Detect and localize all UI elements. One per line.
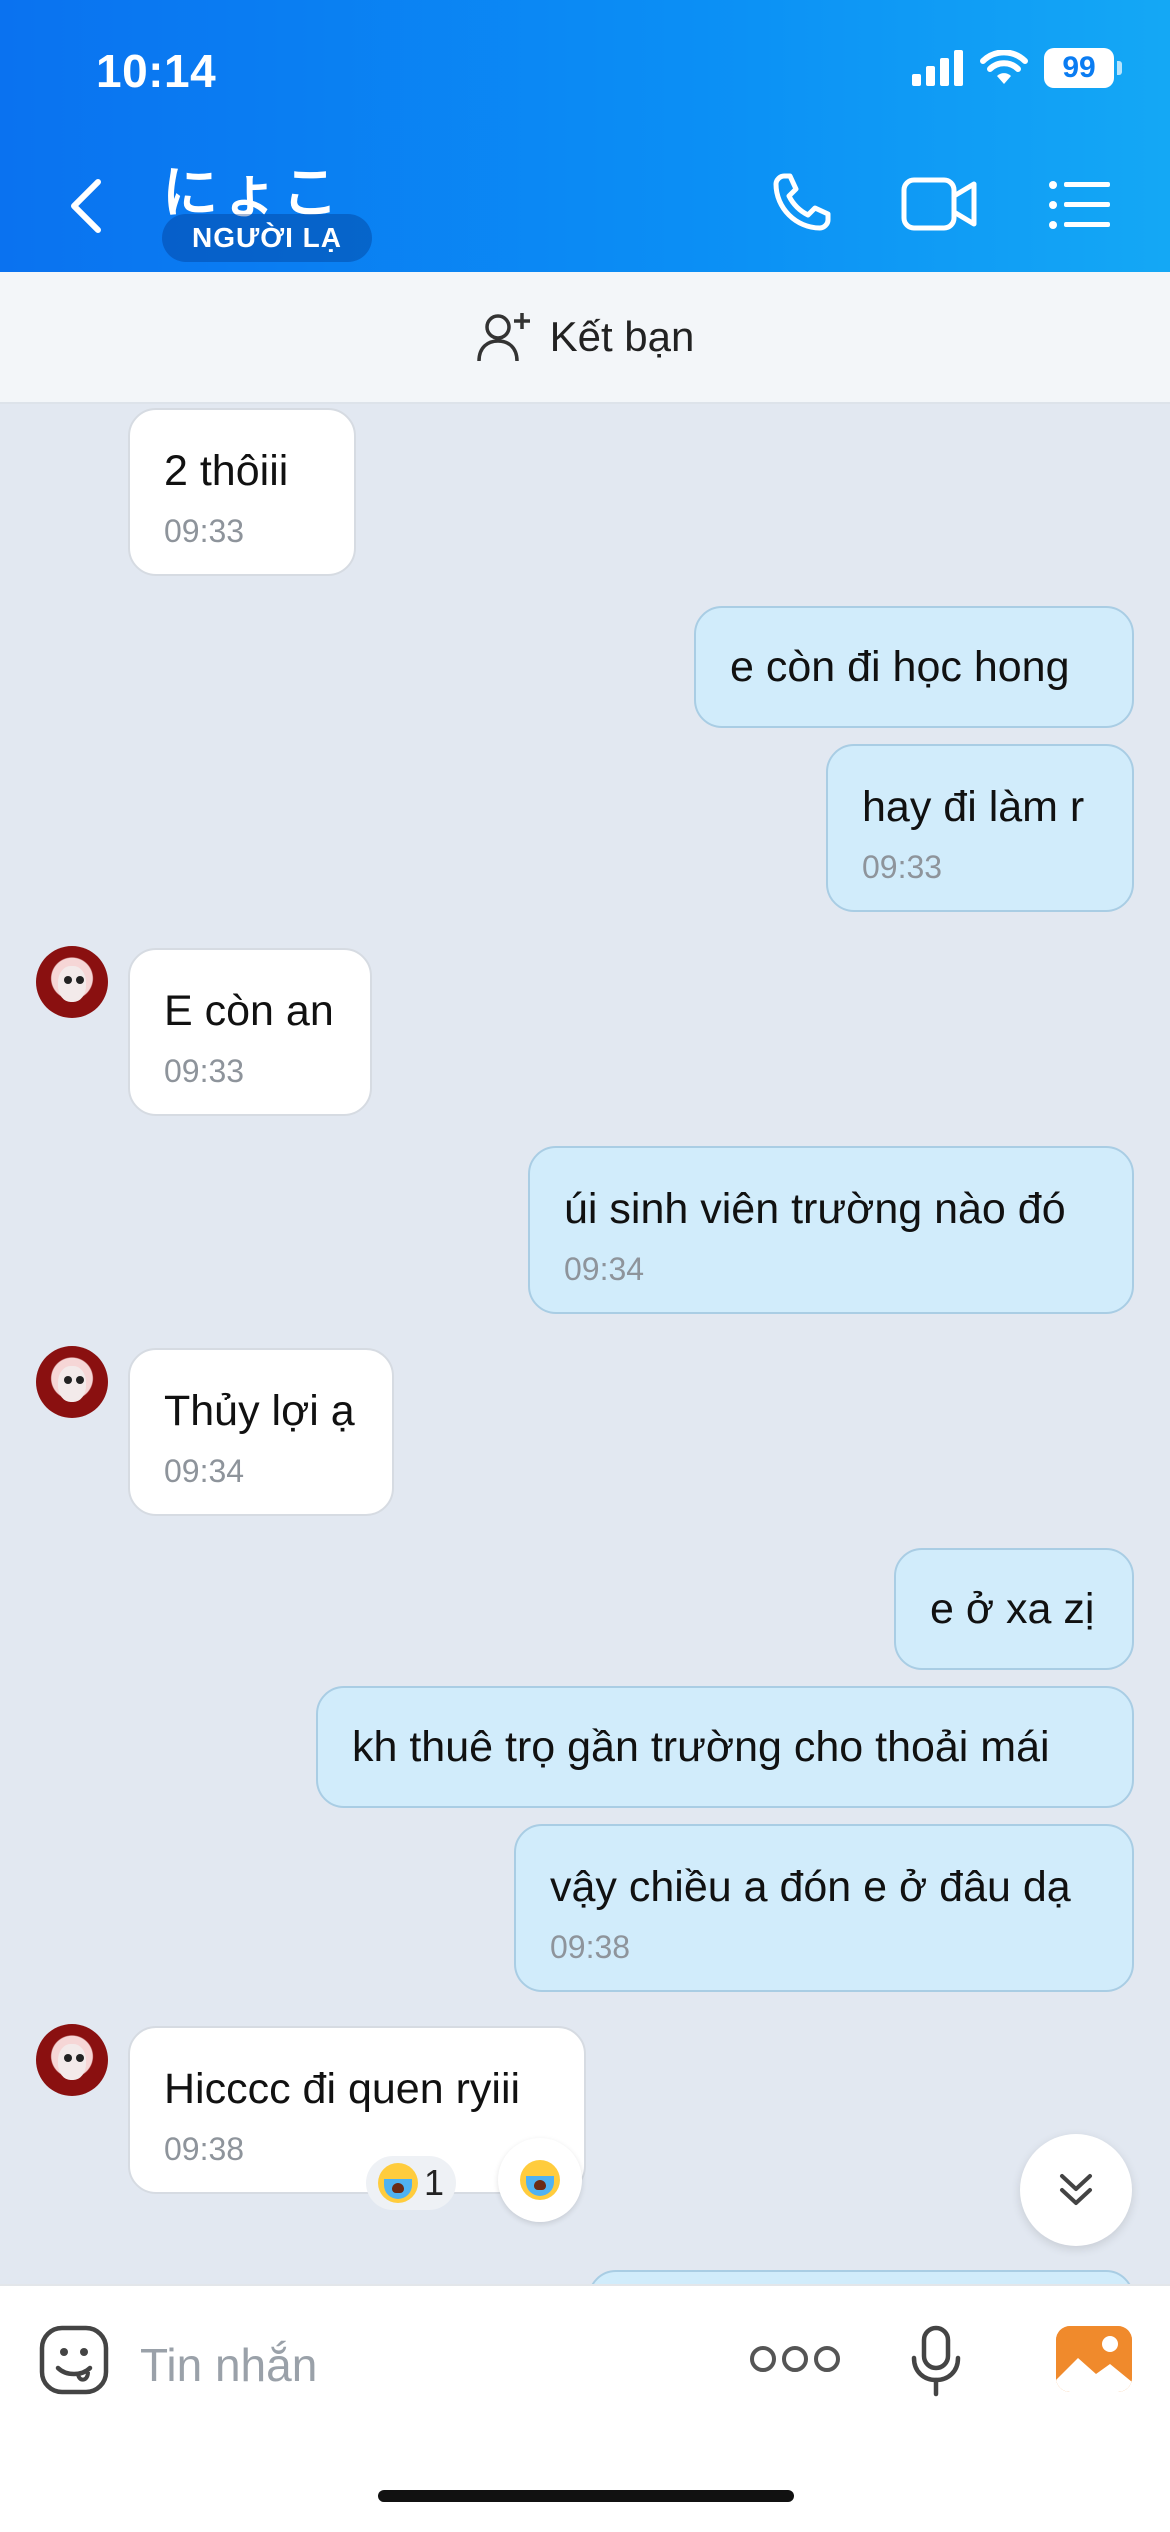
signal-icon bbox=[912, 50, 963, 86]
sticker-icon[interactable] bbox=[38, 2324, 110, 2396]
message-bubble-outgoing[interactable]: hay đi làm r 09:33 bbox=[826, 744, 1134, 912]
message-text: hay đi làm r bbox=[862, 783, 1085, 831]
message-bubble-outgoing[interactable]: e còn đi học hong bbox=[694, 606, 1134, 728]
message-time: 09:38 bbox=[550, 1929, 631, 1965]
contact-avatar[interactable] bbox=[36, 1346, 108, 1418]
reaction-count: 1 bbox=[424, 2162, 445, 2203]
reaction-summary[interactable]: 1 bbox=[366, 2156, 457, 2210]
message-text: e còn đi học hong bbox=[730, 643, 1070, 691]
message-bubble-incoming[interactable]: 2 thôiii 09:33 bbox=[128, 408, 356, 576]
home-indicator bbox=[378, 2490, 794, 2502]
message-time: 09:33 bbox=[164, 513, 245, 549]
message-input[interactable] bbox=[140, 2330, 700, 2400]
scroll-to-bottom-button[interactable] bbox=[1020, 2134, 1132, 2246]
message-text: úi sinh viên trường nào đó bbox=[564, 1185, 1066, 1233]
message-bubble-outgoing[interactable] bbox=[588, 2270, 1134, 2284]
message-bubble-outgoing[interactable]: e ở xa zị bbox=[894, 1548, 1134, 1670]
more-options-icon[interactable] bbox=[750, 2346, 840, 2372]
phone-call-icon[interactable] bbox=[770, 170, 834, 234]
crying-emoji-icon bbox=[520, 2160, 560, 2200]
message-bubble-outgoing[interactable]: kh thuê trọ gần trường cho thoải mái bbox=[316, 1686, 1134, 1808]
message-text: 2 thôiii bbox=[164, 447, 289, 495]
back-icon[interactable] bbox=[60, 176, 114, 236]
message-bubble-incoming[interactable]: Thủy lợi ạ 09:34 bbox=[128, 1348, 394, 1516]
status-icons: 99 bbox=[912, 48, 1122, 88]
message-time: 09:34 bbox=[164, 1453, 245, 1489]
add-friend-button[interactable]: Kết bạn bbox=[0, 272, 1170, 404]
message-text: E còn an bbox=[164, 987, 334, 1035]
message-bubble-incoming[interactable]: E còn an 09:33 bbox=[128, 948, 372, 1116]
add-friend-label: Kết bạn bbox=[549, 313, 695, 360]
message-bubble-outgoing[interactable]: úi sinh viên trường nào đó 09:34 bbox=[528, 1146, 1134, 1314]
message-bubble-outgoing[interactable]: vậy chiều a đón e ở đâu dạ 09:38 bbox=[514, 1824, 1134, 1992]
battery-indicator: 99 bbox=[1044, 48, 1122, 88]
message-time: 09:34 bbox=[564, 1251, 645, 1287]
contact-avatar[interactable] bbox=[36, 2024, 108, 2096]
video-call-icon[interactable] bbox=[900, 176, 980, 232]
stranger-badge: NGƯỜI LẠ bbox=[162, 214, 372, 262]
message-text: e ở xa zị bbox=[930, 1585, 1095, 1633]
menu-list-icon[interactable] bbox=[1048, 180, 1112, 230]
contact-avatar[interactable] bbox=[36, 946, 108, 1018]
chat-header: 10:14 99 にょこ NGƯỜI LẠ bbox=[0, 0, 1170, 272]
message-time: 09:33 bbox=[862, 849, 943, 885]
chevron-double-down-icon bbox=[1060, 2174, 1092, 2205]
status-time: 10:14 bbox=[96, 45, 217, 97]
message-list[interactable]: 2 thôiii 09:33 e còn đi học hong hay đi … bbox=[0, 404, 1170, 2284]
add-user-icon bbox=[476, 313, 530, 362]
message-time: 09:33 bbox=[164, 1053, 245, 1089]
message-text: Thủy lợi ạ bbox=[164, 1387, 355, 1435]
microphone-icon[interactable] bbox=[906, 2324, 966, 2398]
message-text: vậy chiều a đón e ở đâu dạ bbox=[550, 1863, 1071, 1911]
image-icon bbox=[1056, 2326, 1132, 2392]
wifi-icon bbox=[980, 50, 1028, 84]
message-text: Hicccc đi quen ryiii bbox=[164, 2065, 521, 2113]
message-text: kh thuê trọ gần trường cho thoải mái bbox=[352, 1723, 1050, 1771]
react-button[interactable] bbox=[498, 2138, 582, 2222]
crying-emoji-icon bbox=[378, 2163, 418, 2203]
photo-gallery-icon[interactable] bbox=[1056, 2326, 1132, 2392]
message-time: 09:38 bbox=[164, 2131, 245, 2167]
